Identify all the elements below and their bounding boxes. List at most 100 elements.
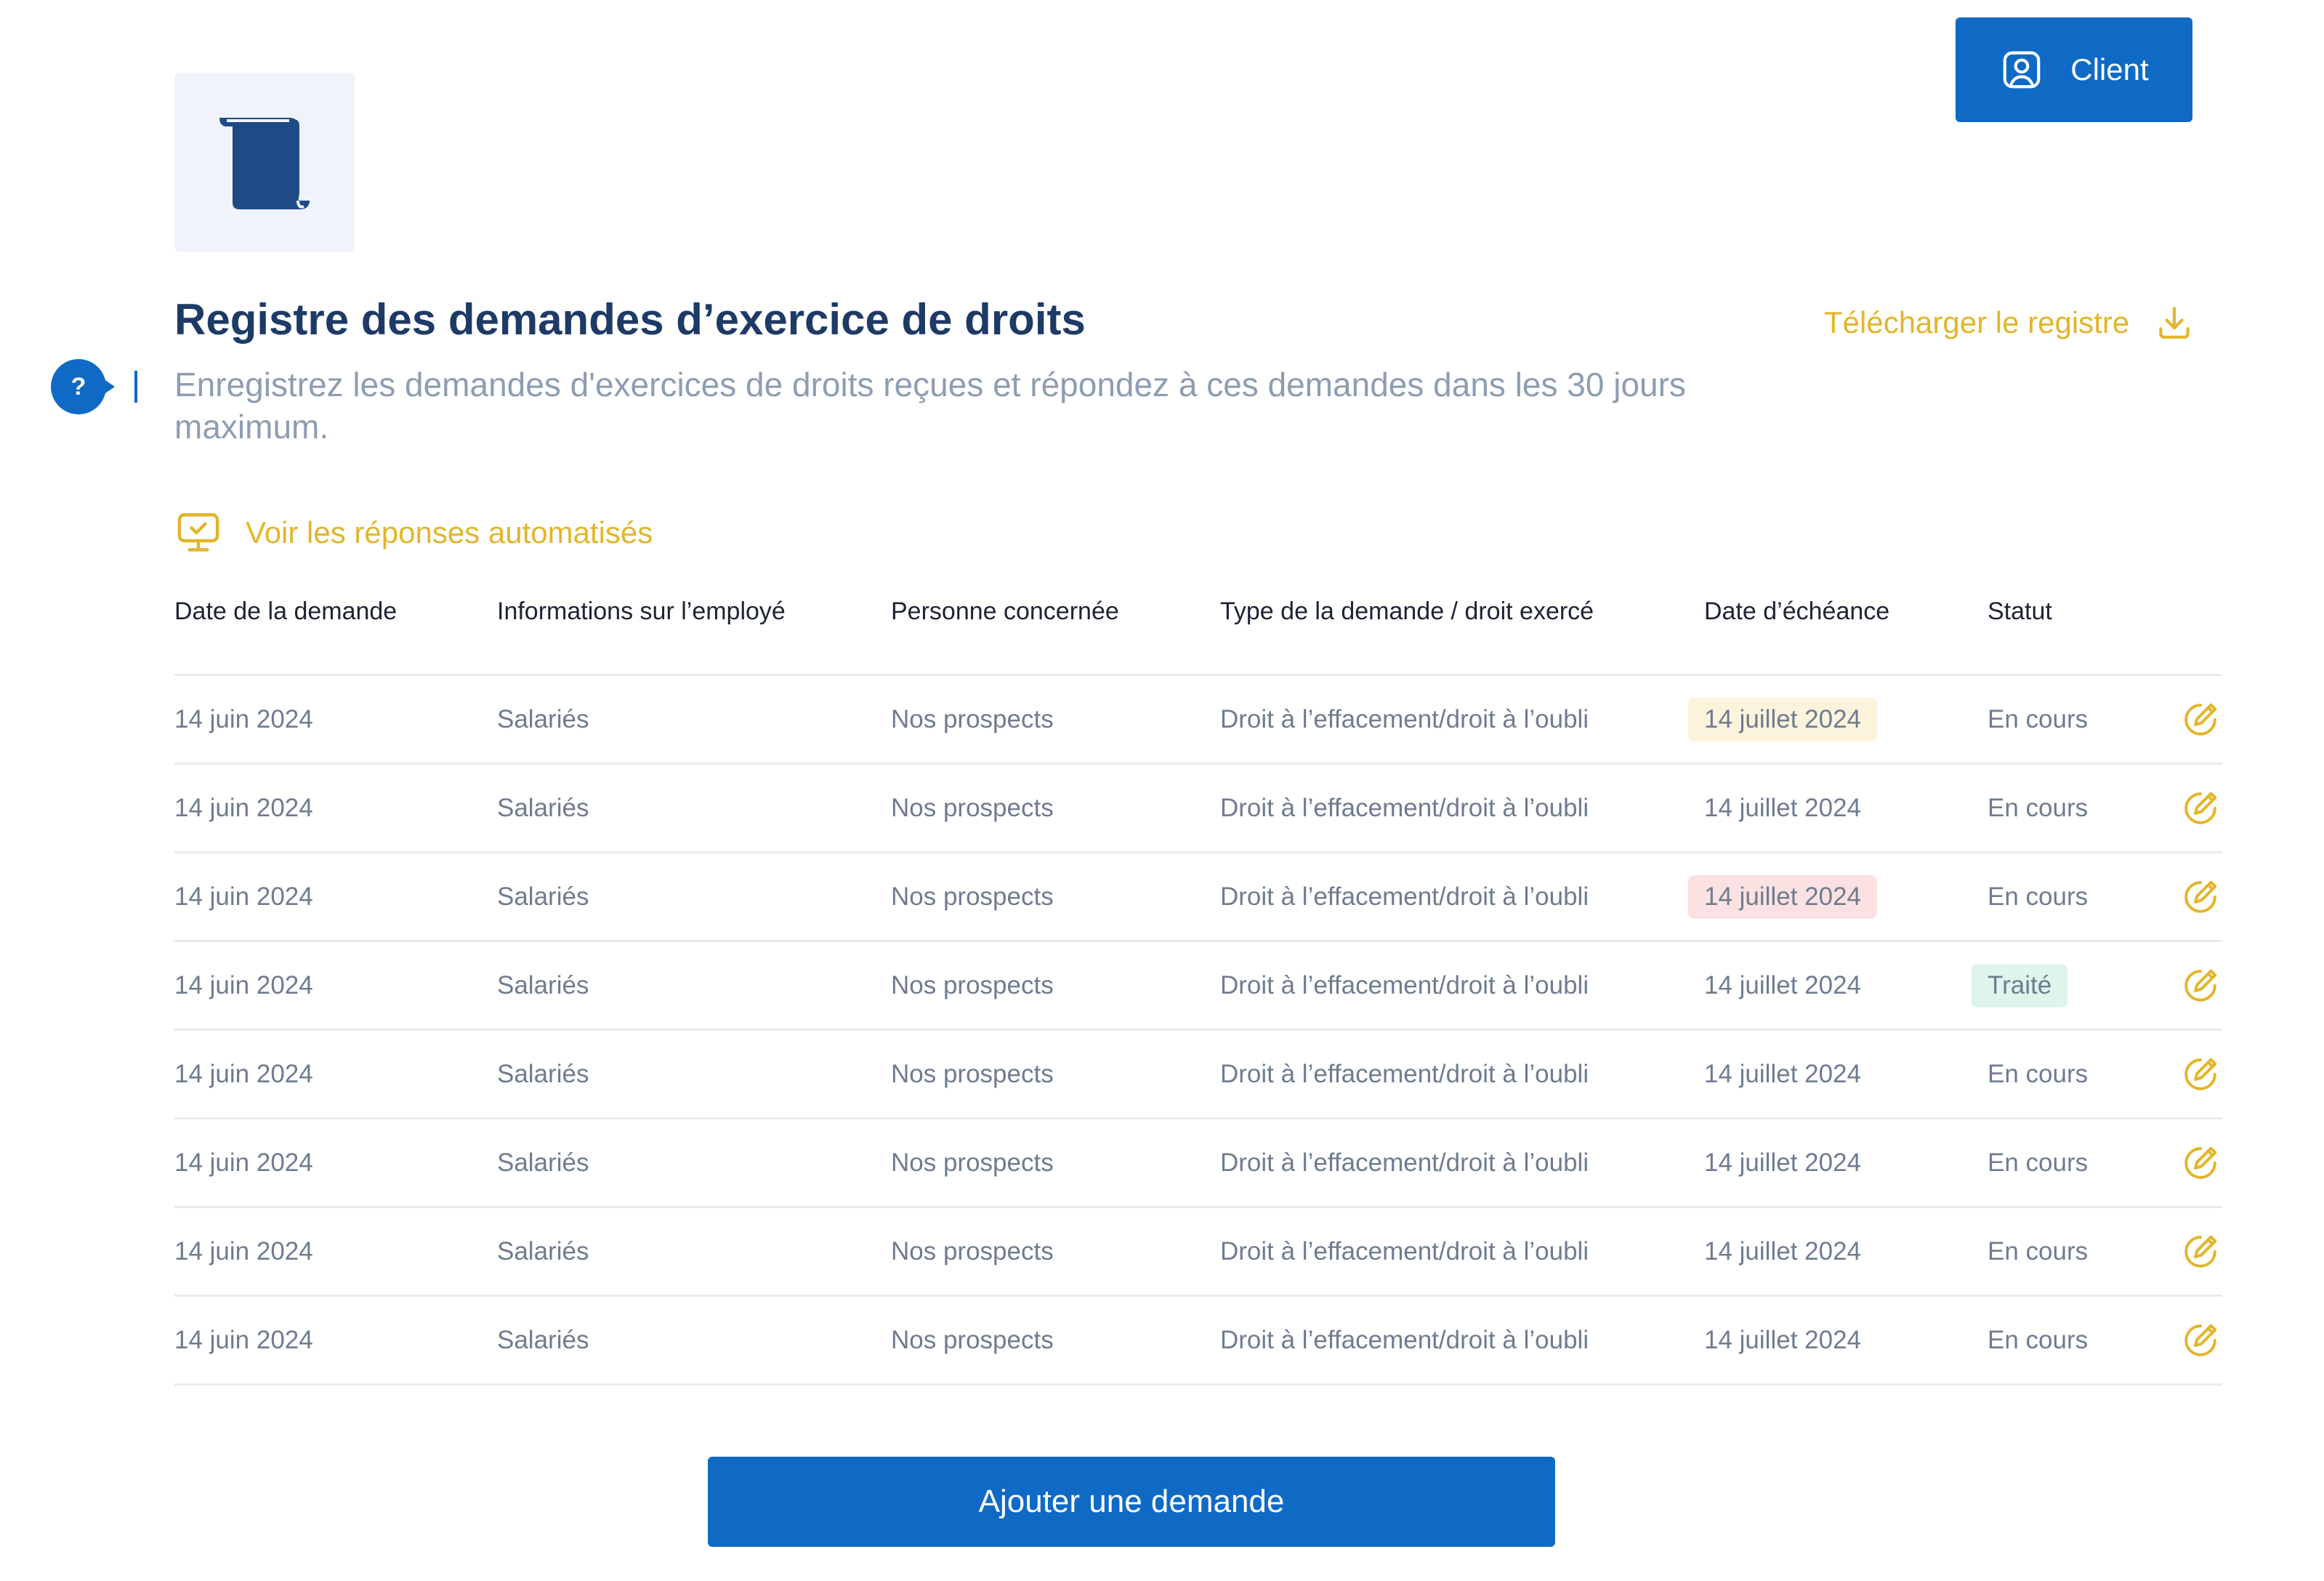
request-date: 14 juin 2024 (174, 704, 313, 733)
due-date-cell: 14 juillet 2024 (1704, 1208, 1861, 1295)
employee-info-cell: Salariés (497, 853, 589, 940)
person-concerned: Nos prospects (891, 793, 1054, 822)
due-date-badge: 14 juillet 2024 (1688, 874, 1877, 919)
page-subtitle: Enregistrez les demandes d'exercices de … (174, 366, 1686, 446)
edit-button[interactable] (2180, 1208, 2221, 1295)
download-link-label: Télécharger le registre (1824, 305, 2130, 339)
add-request-button[interactable]: Ajouter une demande (708, 1457, 1555, 1547)
column-header-request-date[interactable]: Date de la demande (174, 598, 397, 626)
due-date-badge: 14 juillet 2024 (1704, 1059, 1861, 1088)
employee-info: Salariés (497, 882, 589, 911)
due-date-badge: 14 juillet 2024 (1704, 1148, 1861, 1177)
due-date-badge: 14 juillet 2024 (1704, 1325, 1861, 1354)
request-date-cell: 14 juin 2024 (174, 1297, 313, 1383)
edit-button[interactable] (2180, 676, 2221, 763)
request-type-cell: Droit à l’effacement/droit à l’oubli (1220, 853, 1589, 940)
status-badge: Traité (1972, 963, 2068, 1007)
edit-button[interactable] (2180, 942, 2221, 1029)
request-type-cell: Droit à l’effacement/droit à l’oubli (1220, 676, 1589, 763)
table-row[interactable]: 14 juin 2024 Salariés Nos prospects Droit à… (174, 853, 2222, 942)
request-date-cell: 14 juin 2024 (174, 1031, 313, 1117)
person-concerned-cell: Nos prospects (891, 765, 1054, 851)
request-date: 14 juin 2024 (174, 793, 313, 822)
status-cell: En cours (1988, 1031, 2088, 1117)
request-type-cell: Droit à l’effacement/droit à l’oubli (1220, 765, 1589, 851)
status-badge: En cours (1988, 1236, 2089, 1266)
column-header-due-date[interactable]: Date d’échéance (1704, 598, 1889, 626)
person-concerned-cell: Nos prospects (891, 1119, 1054, 1206)
client-button[interactable]: Client (1956, 17, 2192, 122)
monitor-check-icon (174, 509, 222, 557)
due-date-cell: 14 juillet 2024 (1704, 1297, 1861, 1383)
employee-info: Salariés (497, 1148, 589, 1177)
automated-responses-link[interactable]: Voir les réponses automatisés (174, 509, 653, 557)
person-concerned: Nos prospects (891, 1059, 1054, 1088)
logo (174, 73, 355, 252)
employee-info-cell: Salariés (497, 765, 589, 851)
request-type-cell: Droit à l’effacement/droit à l’oubli (1220, 1031, 1589, 1117)
help-icon: ? (51, 359, 106, 414)
request-type: Droit à l’effacement/droit à l’oubli (1220, 970, 1589, 999)
column-header-request-type[interactable]: Type de la demande / droit exercé (1220, 598, 1594, 626)
edit-icon (2180, 877, 2221, 917)
status-cell: En cours (1988, 1119, 2088, 1206)
employee-info: Salariés (497, 970, 589, 999)
due-date-badge: 14 juillet 2024 (1704, 1236, 1861, 1266)
person-concerned-cell: Nos prospects (891, 1208, 1054, 1295)
table-row[interactable]: 14 juin 2024 Salariés Nos prospects Droit à… (174, 942, 2222, 1031)
request-date: 14 juin 2024 (174, 1325, 313, 1354)
person-concerned-cell: Nos prospects (891, 1297, 1054, 1383)
edit-button[interactable] (2180, 765, 2221, 851)
person-concerned-cell: Nos prospects (891, 676, 1054, 763)
request-date: 14 juin 2024 (174, 882, 313, 911)
table-row[interactable]: 14 juin 2024 Salariés Nos prospects Droit à… (174, 1031, 2222, 1119)
request-date-cell: 14 juin 2024 (174, 765, 313, 851)
edit-button[interactable] (2180, 1119, 2221, 1206)
edit-button[interactable] (2180, 1297, 2221, 1383)
employee-info-cell: Salariés (497, 676, 589, 763)
request-date-cell: 14 juin 2024 (174, 853, 313, 940)
request-type-cell: Droit à l’effacement/droit à l’oubli (1220, 942, 1589, 1029)
edit-button[interactable] (2180, 853, 2221, 940)
status-cell: En cours (1988, 853, 2088, 940)
page-title: Registre des demandes d’exercice de droi… (174, 295, 1086, 344)
request-type-cell: Droit à l’effacement/droit à l’oubli (1220, 1297, 1589, 1383)
column-header-status[interactable]: Statut (1988, 598, 2052, 626)
download-register-link[interactable]: Télécharger le registre (1824, 302, 2195, 343)
automated-responses-label: Voir les réponses automatisés (246, 515, 653, 550)
edit-button[interactable] (2180, 1031, 2221, 1117)
request-type-cell: Droit à l’effacement/droit à l’oubli (1220, 1119, 1589, 1206)
help-button[interactable]: ? (51, 359, 116, 414)
table-row[interactable]: 14 juin 2024 Salariés Nos prospects Droit à… (174, 676, 2222, 765)
request-type: Droit à l’effacement/droit à l’oubli (1220, 1148, 1589, 1177)
due-date-badge: 14 juillet 2024 (1688, 697, 1877, 741)
status-cell: En cours (1988, 765, 2088, 851)
request-type: Droit à l’effacement/droit à l’oubli (1220, 793, 1589, 822)
edit-icon (2180, 1143, 2221, 1183)
request-date: 14 juin 2024 (174, 970, 313, 999)
column-header-person-concerned[interactable]: Personne concernée (891, 598, 1119, 626)
due-date-cell: 14 juillet 2024 (1704, 765, 1861, 851)
status-badge: En cours (1988, 1325, 2089, 1354)
status-badge: En cours (1988, 704, 2089, 733)
table-row[interactable]: 14 juin 2024 Salariés Nos prospects Droit à… (174, 1119, 2222, 1208)
edit-icon (2180, 965, 2221, 1006)
employee-info-cell: Salariés (497, 1297, 589, 1383)
request-date: 14 juin 2024 (174, 1148, 313, 1177)
employee-info: Salariés (497, 1059, 589, 1088)
due-date-badge: 14 juillet 2024 (1704, 793, 1861, 822)
status-badge: En cours (1988, 793, 2089, 822)
person-concerned: Nos prospects (891, 970, 1054, 999)
help-caret-line (134, 371, 137, 403)
request-type: Droit à l’effacement/droit à l’oubli (1220, 1325, 1589, 1354)
employee-info-cell: Salariés (497, 942, 589, 1029)
requests-table: Date de la demande Informations sur l’em… (174, 567, 2222, 1385)
table-row[interactable]: 14 juin 2024 Salariés Nos prospects Droit à… (174, 1297, 2222, 1385)
edit-icon (2180, 1231, 2221, 1272)
table-row[interactable]: 14 juin 2024 Salariés Nos prospects Droit à… (174, 1208, 2222, 1297)
request-type: Droit à l’effacement/droit à l’oubli (1220, 1059, 1589, 1088)
employee-info: Salariés (497, 1236, 589, 1266)
column-header-employee-info[interactable]: Informations sur l’employé (497, 598, 786, 626)
table-row[interactable]: 14 juin 2024 Salariés Nos prospects Droit à… (174, 765, 2222, 853)
person-concerned: Nos prospects (891, 704, 1054, 733)
